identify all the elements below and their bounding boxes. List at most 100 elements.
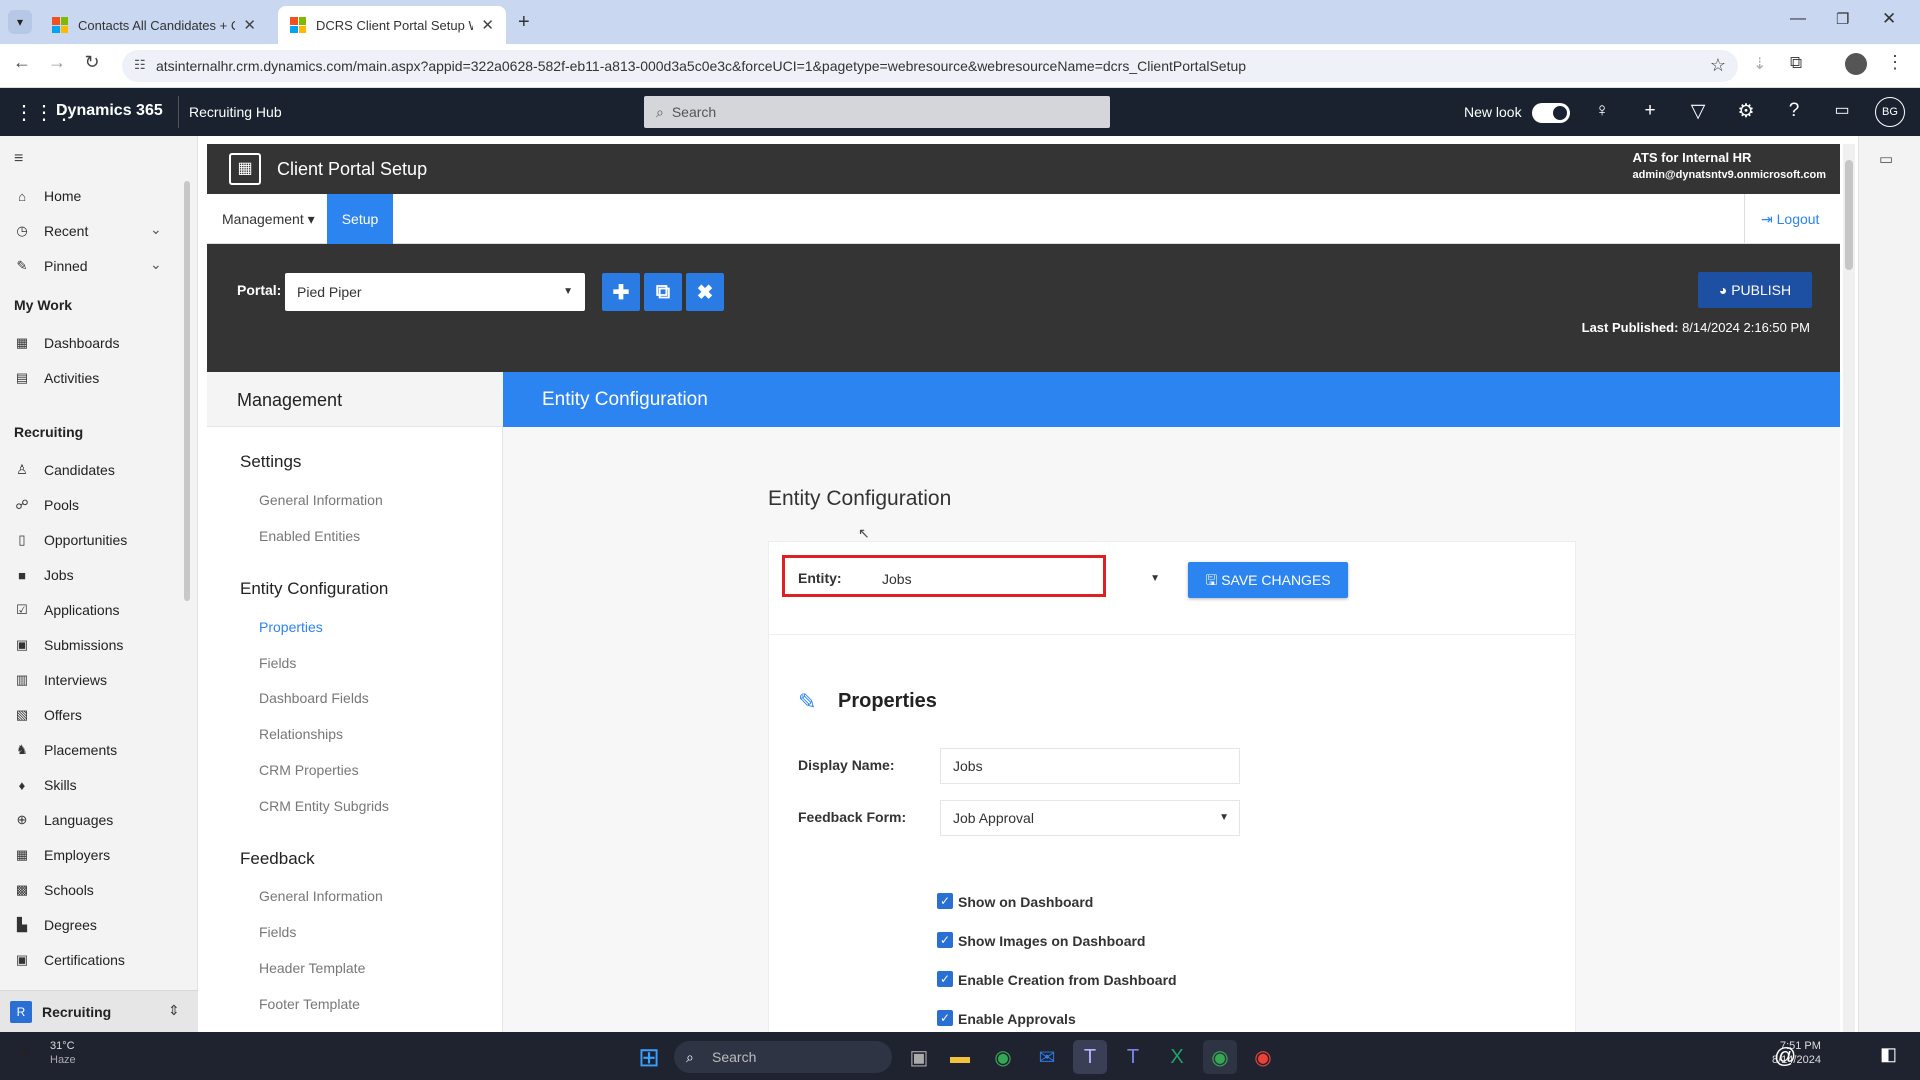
menu-crm-properties[interactable]: CRM Properties xyxy=(259,762,359,778)
nav-item-pools[interactable]: ☍ Pools xyxy=(14,493,79,517)
browser-tab-contacts[interactable]: Contacts All Candidates + Com ✕ xyxy=(40,6,268,44)
bookmark-star-icon[interactable]: ☆ xyxy=(1710,55,1726,76)
page-scrollbar[interactable] xyxy=(1843,144,1855,1032)
plus-icon[interactable]: + xyxy=(1637,100,1663,122)
enable-approvals-checkbox[interactable]: ✓ xyxy=(937,1010,953,1026)
area-switcher[interactable]: R Recruiting ⇕ xyxy=(0,990,198,1032)
nav-item-activities[interactable]: ▤ Activities xyxy=(14,366,99,390)
logout-link[interactable]: ⇥ Logout xyxy=(1744,194,1840,244)
chevron-down-icon[interactable]: ⌄ xyxy=(150,221,162,238)
portal-select[interactable]: Pied Piper ▼ xyxy=(285,273,585,311)
notifications-icon[interactable]: ◧ xyxy=(1880,1044,1897,1065)
copy-portal-button[interactable]: ⧉ xyxy=(644,273,682,311)
menu-relationships[interactable]: Relationships xyxy=(259,726,343,742)
site-settings-icon[interactable]: ☷ xyxy=(134,57,146,73)
nav-item-offers[interactable]: ▧ Offers xyxy=(14,703,82,727)
extensions-icon[interactable]: ⧉ xyxy=(1790,53,1802,73)
nav-item-skills[interactable]: ♦ Skills xyxy=(14,773,77,797)
menu-dashboard-fields[interactable]: Dashboard Fields xyxy=(259,690,369,706)
feedback-form-select[interactable]: Job Approval ▼ xyxy=(940,800,1240,836)
download-icon[interactable]: ⇣ xyxy=(1753,54,1766,74)
nav-item-placements[interactable]: ♞ Placements xyxy=(14,738,117,762)
tab-setup[interactable]: Setup xyxy=(327,194,393,244)
display-name-input[interactable]: Jobs xyxy=(940,748,1240,784)
nav-item-submissions[interactable]: ▣ Submissions xyxy=(14,633,124,657)
teams-work-icon[interactable]: T xyxy=(1116,1040,1150,1074)
nav-item-interviews[interactable]: ▥ Interviews xyxy=(14,668,107,692)
task-view-icon[interactable]: ▣ xyxy=(902,1040,936,1074)
weather-widget[interactable]: 31°C Haze xyxy=(50,1039,76,1067)
copilot-chat-icon[interactable]: ▭ xyxy=(1879,150,1893,168)
menu-properties[interactable]: Properties xyxy=(259,619,323,635)
chrome-active-icon[interactable]: ◉ xyxy=(1203,1040,1237,1074)
chrome-profile-icon[interactable]: ◉ xyxy=(1246,1040,1280,1074)
menu-feedback-fields[interactable]: Fields xyxy=(259,924,296,940)
save-changes-button[interactable]: 🖫 SAVE CHANGES xyxy=(1188,562,1348,598)
entity-select[interactable]: Jobs ▼ xyxy=(870,562,1168,596)
close-icon[interactable]: ✕ xyxy=(243,16,256,34)
chrome-icon[interactable]: ◉ xyxy=(986,1040,1020,1074)
windows-start-icon[interactable]: ⊞ xyxy=(632,1040,666,1074)
hamburger-menu-icon[interactable]: ≡ xyxy=(14,150,23,168)
reload-icon[interactable]: ↻ xyxy=(78,52,106,73)
add-portal-button[interactable]: ✚ xyxy=(602,273,640,311)
restore-icon[interactable]: ❐ xyxy=(1836,10,1849,28)
menu-feedback-general-information[interactable]: General Information xyxy=(259,888,383,904)
nav-item-degrees[interactable]: ▙ Degrees xyxy=(14,913,97,937)
delete-portal-button[interactable]: ✖ xyxy=(686,273,724,311)
new-look-toggle[interactable] xyxy=(1532,103,1570,123)
nav-item-jobs[interactable]: ■ Jobs xyxy=(14,563,74,587)
user-avatar[interactable]: BG xyxy=(1875,97,1905,127)
nav-item-schools[interactable]: ▩ Schools xyxy=(14,878,94,902)
enable-creation-checkbox[interactable]: ✓ xyxy=(937,971,953,987)
address-bar[interactable]: ☷ atsinternalhr.crm.dynamics.com/main.as… xyxy=(122,50,1738,82)
nav-scrollbar[interactable] xyxy=(184,181,190,601)
back-icon[interactable]: ← xyxy=(8,52,36,73)
menu-enabled-entities[interactable]: Enabled Entities xyxy=(259,528,360,544)
window-close-icon[interactable]: ✕ xyxy=(1882,9,1896,29)
chevron-down-icon[interactable]: ⌄ xyxy=(150,256,162,273)
nav-item-certifications[interactable]: ▣ Certifications xyxy=(14,948,125,972)
close-icon[interactable]: ✕ xyxy=(481,16,494,34)
browser-tab-portal-setup[interactable]: DCRS Client Portal Setup Web ✕ xyxy=(278,6,506,44)
nav-item-opportunities[interactable]: ▯ Opportunities xyxy=(14,528,127,552)
area-name[interactable]: Recruiting Hub xyxy=(189,104,282,120)
file-explorer-icon[interactable]: ▬ xyxy=(943,1040,977,1074)
excel-icon[interactable]: X xyxy=(1160,1040,1194,1074)
nav-item-languages[interactable]: ⊕ Languages xyxy=(14,808,114,832)
forward-icon[interactable]: → xyxy=(43,52,71,73)
app-name[interactable]: Dynamics 365 xyxy=(56,102,163,120)
menu-crm-entity-subgrids[interactable]: CRM Entity Subgrids xyxy=(259,798,389,814)
outlook-icon[interactable]: ✉ xyxy=(1030,1040,1064,1074)
taskbar-search[interactable]: ⌕ Search xyxy=(674,1041,892,1073)
tab-search-button[interactable]: ▾ xyxy=(8,10,32,34)
publish-button[interactable]: ◕ PUBLISH xyxy=(1698,272,1812,308)
scrollbar-thumb[interactable] xyxy=(1845,160,1853,270)
menu-fields[interactable]: Fields xyxy=(259,655,296,671)
nav-item-candidates[interactable]: ♙ Candidates xyxy=(14,458,115,482)
browser-menu-icon[interactable]: ⋮ xyxy=(1886,52,1904,73)
nav-item-pinned[interactable]: ✎ Pinned xyxy=(14,254,88,278)
help-icon[interactable]: ? xyxy=(1781,100,1807,122)
menu-footer-template[interactable]: Footer Template xyxy=(259,996,360,1012)
global-search-input[interactable]: ⌕ Search xyxy=(644,96,1110,128)
chat-icon[interactable]: ▭ xyxy=(1829,100,1855,120)
teams-icon[interactable]: T xyxy=(1073,1040,1107,1074)
nav-item-applications[interactable]: ☑ Applications xyxy=(14,598,119,622)
settings-gear-icon[interactable]: ⚙ xyxy=(1733,100,1759,123)
show-images-checkbox[interactable]: ✓ xyxy=(937,932,953,948)
nav-item-employers[interactable]: ▦ Employers xyxy=(14,843,110,867)
menu-settings-general-information[interactable]: General Information xyxy=(259,492,383,508)
show-on-dashboard-checkbox[interactable]: ✓ xyxy=(937,893,953,909)
nav-item-dashboards[interactable]: ▦ Dashboards xyxy=(14,331,120,355)
notification-at-icon[interactable]: @ xyxy=(1774,1043,1796,1069)
filter-icon[interactable]: ▽ xyxy=(1685,100,1711,123)
new-tab-icon[interactable]: + xyxy=(518,11,530,34)
nav-item-home[interactable]: ⌂ Home xyxy=(14,184,81,208)
tab-management[interactable]: Management ▾ xyxy=(207,194,330,244)
nav-item-recent[interactable]: ◷ Recent xyxy=(14,219,88,243)
profile-icon[interactable] xyxy=(1845,53,1867,75)
lightbulb-icon[interactable]: ♀ xyxy=(1589,100,1615,122)
minimize-icon[interactable]: — xyxy=(1790,10,1806,28)
menu-header-template[interactable]: Header Template xyxy=(259,960,365,976)
